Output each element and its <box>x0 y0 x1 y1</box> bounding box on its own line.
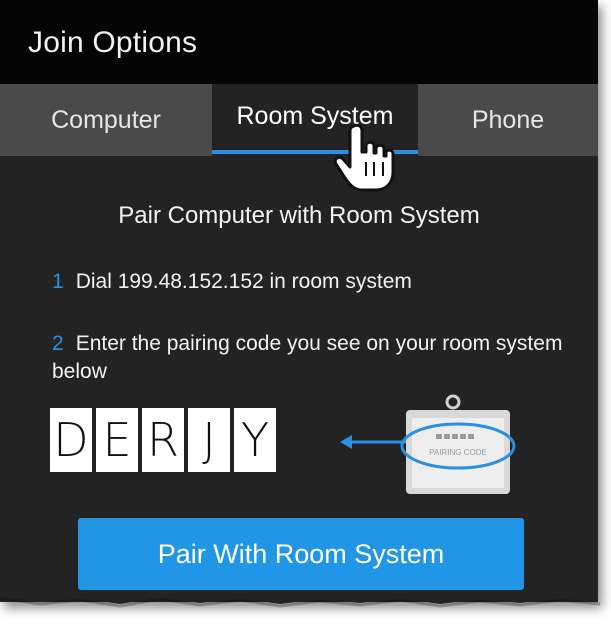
pairing-code-char-5[interactable]: Y <box>234 408 276 472</box>
hand-pointer-icon <box>333 123 395 192</box>
pair-with-room-system-button[interactable]: Pair With Room System <box>78 518 524 590</box>
step-1-number: 1 <box>52 270 64 293</box>
pairing-code-char-1[interactable]: D <box>50 408 92 472</box>
join-options-panel: Join Options Computer Room System Phone … <box>0 0 598 602</box>
tab-phone[interactable]: Phone <box>418 84 598 156</box>
step-1-text: Dial 199.48.152.152 in room system <box>75 270 412 293</box>
pairing-code-char-3[interactable]: R <box>142 408 184 472</box>
step-1: 1 Dial 199.48.152.152 in room system <box>52 268 412 296</box>
section-heading: Pair Computer with Room System <box>118 202 480 229</box>
tab-bar: Computer Room System Phone <box>0 84 598 156</box>
step-2-number: 2 <box>52 332 64 355</box>
title-bar: Join Options <box>0 0 598 84</box>
step-2: 2 Enter the pairing code you see on your … <box>52 330 572 386</box>
tab-computer[interactable]: Computer <box>0 84 212 156</box>
step-2-text: Enter the pairing code you see on your r… <box>52 332 563 383</box>
pairing-code-char-2[interactable]: E <box>96 408 138 472</box>
pairing-code-char-4[interactable]: J <box>188 408 230 472</box>
device-screen-label: PAIRING CODE <box>429 448 487 457</box>
room-system-display-icon: PAIRING CODE <box>340 394 516 494</box>
window-title: Join Options <box>28 26 198 59</box>
arrow-left-icon <box>340 435 410 449</box>
torn-paper-edge <box>0 592 601 608</box>
